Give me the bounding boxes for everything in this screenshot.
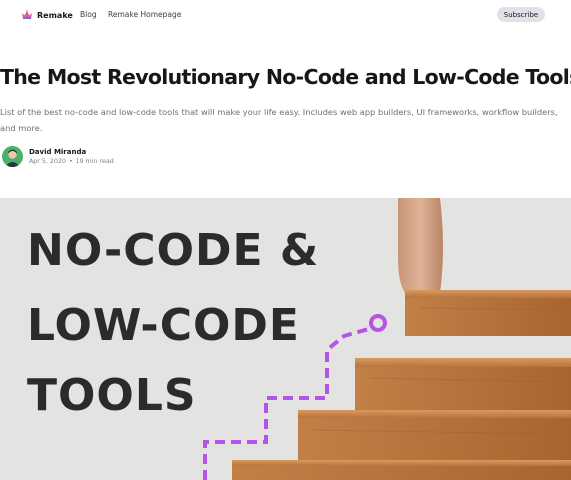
reading-time: 19 min read [75, 158, 114, 165]
hero-text-line-3: TOOLS [27, 370, 197, 421]
hero-text-line-1: NO-CODE & [27, 225, 320, 276]
subscribe-button[interactable]: Subscribe [497, 7, 545, 22]
brand-name: Remake [37, 10, 73, 20]
post-date: Apr 5, 2020 [29, 158, 66, 165]
author-meta: David Miranda Apr 5, 2020 • 19 min read [29, 148, 114, 165]
article-title: The Most Revolutionary No-Code and Low-C… [0, 65, 571, 89]
site-header: Remake Blog Remake Homepage Subscribe [0, 0, 571, 30]
hero-text-line-2: LOW-CODE [27, 300, 300, 351]
author-avatar[interactable] [2, 146, 23, 167]
article-excerpt: List of the best no-code and low-code to… [0, 107, 558, 133]
nav-link-remake-homepage[interactable]: Remake Homepage [108, 10, 181, 19]
author-name-link[interactable]: David Miranda [29, 148, 114, 156]
crown-logo-icon [22, 10, 32, 19]
meta-separator: • [68, 158, 73, 165]
hero-image: NO-CODE & LOW-CODE TOOLS [0, 198, 571, 480]
post-meta: Apr 5, 2020 • 19 min read [29, 158, 114, 165]
brand-logo-link[interactable]: Remake [21, 8, 73, 22]
finger-shape [398, 198, 443, 300]
author-block: David Miranda Apr 5, 2020 • 19 min read [2, 146, 114, 167]
avatar-image [2, 146, 23, 167]
nav-link-blog[interactable]: Blog [80, 10, 97, 19]
